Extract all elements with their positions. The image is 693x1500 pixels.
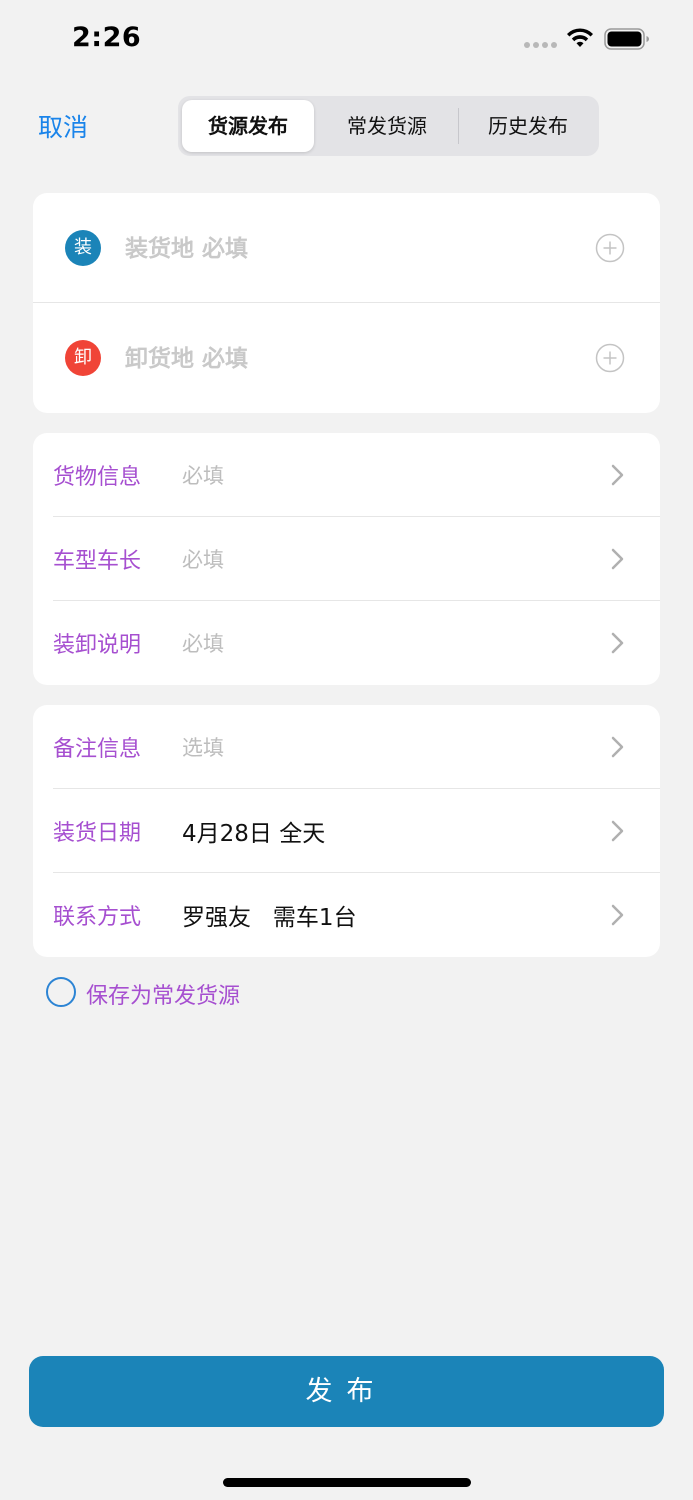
loading-date-value: 4月28日 全天 <box>182 821 326 847</box>
chevron-right-icon <box>611 736 624 758</box>
cellular-signal-icon <box>524 42 560 48</box>
location-card: 装 装货地 必填 卸 卸货地 必填 <box>33 193 660 413</box>
vehicle-type-row[interactable]: 车型车长 必填 <box>33 517 660 601</box>
tab-divider <box>458 108 459 144</box>
contact-label: 联系方式 <box>53 905 142 930</box>
chevron-right-icon <box>611 632 624 654</box>
add-unload-location-icon[interactable] <box>595 343 625 373</box>
cargo-info-value: 必填 <box>182 464 224 488</box>
load-location-placeholder: 装货地 必填 <box>125 236 249 262</box>
tab-publish-cargo[interactable]: 货源发布 <box>182 100 314 152</box>
status-bar: 2:26 <box>0 0 693 80</box>
battery-icon <box>604 28 649 50</box>
remarks-row[interactable]: 备注信息 选填 <box>33 705 660 789</box>
cancel-button[interactable]: 取消 <box>38 108 88 144</box>
loading-notes-row[interactable]: 装卸说明 必填 <box>33 601 660 685</box>
tab-history[interactable]: 历史发布 <box>460 100 596 152</box>
add-load-location-icon[interactable] <box>595 233 625 263</box>
home-indicator <box>223 1478 471 1487</box>
loading-notes-label: 装卸说明 <box>53 633 142 658</box>
publish-mode-tabs: 货源发布 常发货源 历史发布 <box>178 96 599 156</box>
cargo-info-label: 货物信息 <box>53 465 142 490</box>
publish-button[interactable]: 发布 <box>29 1356 664 1427</box>
unload-location-row[interactable]: 卸 卸货地 必填 <box>33 303 660 413</box>
chevron-right-icon <box>611 820 624 842</box>
chevron-right-icon <box>611 464 624 486</box>
vehicle-type-value: 必填 <box>182 548 224 572</box>
extra-info-card: 备注信息 选填 装货日期 4月28日 全天 联系方式 罗强友 需车1台 <box>33 705 660 957</box>
load-location-row[interactable]: 装 装货地 必填 <box>33 193 660 303</box>
cargo-info-row[interactable]: 货物信息 必填 <box>33 433 660 517</box>
cargo-info-card: 货物信息 必填 车型车长 必填 装卸说明 必填 <box>33 433 660 685</box>
status-time: 2:26 <box>72 22 142 53</box>
remarks-value: 选填 <box>182 736 224 760</box>
save-frequent-checkbox[interactable] <box>46 977 76 1007</box>
unload-badge: 卸 <box>65 340 101 376</box>
tab-frequent-cargo[interactable]: 常发货源 <box>318 100 456 152</box>
chevron-right-icon <box>611 904 624 926</box>
chevron-right-icon <box>611 548 624 570</box>
wifi-icon <box>567 28 593 47</box>
loading-date-row[interactable]: 装货日期 4月28日 全天 <box>33 789 660 873</box>
vehicle-type-label: 车型车长 <box>53 549 142 574</box>
loading-date-label: 装货日期 <box>53 821 142 846</box>
contact-value: 罗强友 需车1台 <box>182 905 357 931</box>
load-badge: 装 <box>65 230 101 266</box>
unload-location-placeholder: 卸货地 必填 <box>125 346 249 372</box>
contact-row[interactable]: 联系方式 罗强友 需车1台 <box>33 873 660 957</box>
remarks-label: 备注信息 <box>53 737 142 762</box>
save-frequent-label[interactable]: 保存为常发货源 <box>86 978 240 1010</box>
loading-notes-value: 必填 <box>182 632 224 656</box>
